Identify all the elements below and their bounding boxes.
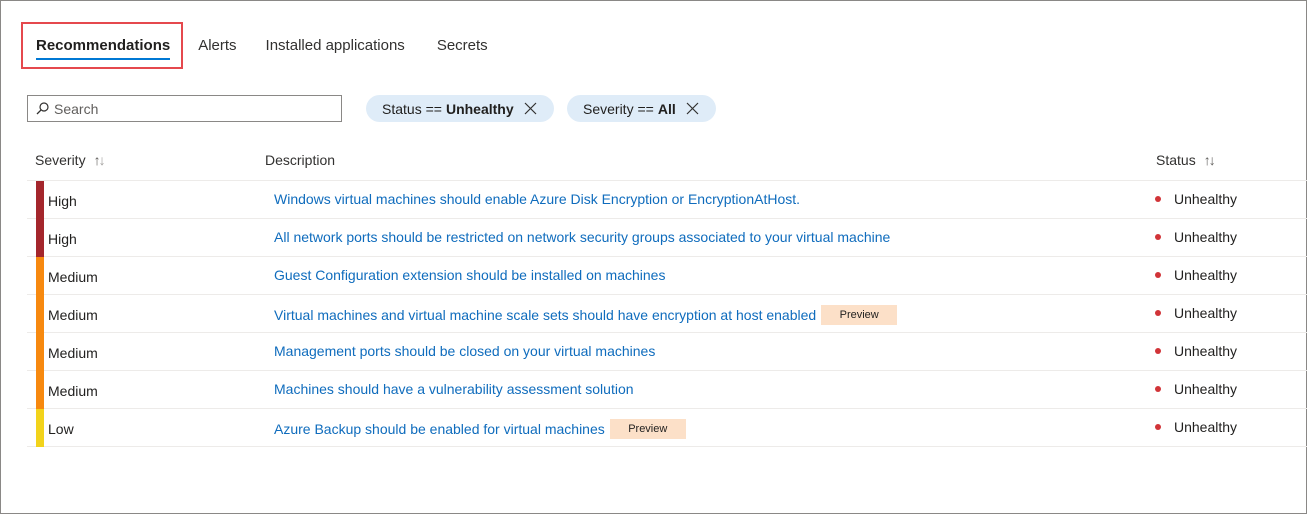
close-icon[interactable] [524, 102, 538, 116]
column-header-label: Description [265, 152, 336, 168]
status-cell: Unhealthy [1155, 343, 1237, 359]
tab-alerts[interactable]: Alerts [198, 22, 236, 69]
column-header-label: Status [1156, 152, 1196, 168]
status-dot-icon [1155, 424, 1161, 430]
table-header: Severity ↑↓ Description Status ↑↓ [27, 141, 1307, 181]
status-label: Unhealthy [1174, 343, 1238, 359]
status-label: Unhealthy [1174, 191, 1238, 207]
status-cell: Unhealthy [1155, 419, 1237, 435]
table-row[interactable]: High All network ports should be restric… [27, 219, 1307, 257]
recommendation-link[interactable]: Azure Backup should be enabled for virtu… [274, 421, 605, 437]
filter-value: All [657, 100, 676, 117]
table-body: High Windows virtual machines should ena… [27, 181, 1307, 447]
filter-key: Status [382, 100, 422, 117]
status-label: Unhealthy [1174, 229, 1238, 245]
status-dot-icon [1155, 234, 1161, 240]
table-row[interactable]: Low Azure Backup should be enabled for v… [27, 409, 1307, 447]
search-box[interactable] [27, 95, 342, 122]
tab-secrets[interactable]: Secrets [437, 22, 488, 69]
close-icon[interactable] [686, 102, 700, 116]
status-dot-icon [1155, 196, 1161, 202]
recommendation-link[interactable]: Management ports should be closed on you… [274, 343, 655, 359]
severity-indicator [36, 219, 44, 257]
sort-icon[interactable]: ↑↓ [1204, 152, 1216, 168]
table-row[interactable]: Medium Guest Configuration extension sho… [27, 257, 1307, 295]
column-header-severity[interactable]: Severity ↑↓ [35, 152, 106, 168]
tab-label: Secrets [436, 37, 488, 54]
severity-indicator [36, 333, 44, 371]
column-header-description: Description [265, 152, 335, 168]
severity-indicator [36, 295, 44, 333]
table-row[interactable]: Medium Machines should have a vulnerabil… [27, 371, 1307, 409]
status-cell: Unhealthy [1155, 381, 1237, 397]
severity-label: High [48, 231, 77, 247]
preview-badge: Preview [821, 305, 898, 325]
status-dot-icon [1155, 272, 1161, 278]
severity-label: High [48, 193, 77, 209]
tab-label: Alerts [198, 37, 237, 54]
tab-recommendations[interactable]: Recommendations [21, 22, 184, 69]
recommendation-link[interactable]: Guest Configuration extension should be … [274, 267, 665, 283]
status-cell: Unhealthy [1155, 229, 1237, 245]
recommendation-link[interactable]: All network ports should be restricted o… [274, 229, 890, 245]
tab-label: Recommendations [36, 37, 171, 54]
search-icon [35, 102, 49, 116]
column-header-label: Severity [35, 152, 86, 168]
status-label: Unhealthy [1174, 381, 1238, 397]
severity-label: Medium [48, 307, 98, 323]
tab-installed-applications[interactable]: Installed applications [266, 22, 405, 69]
severity-indicator [36, 181, 44, 219]
status-label: Unhealthy [1174, 305, 1238, 321]
recommendation-link[interactable]: Windows virtual machines should enable A… [274, 191, 800, 207]
status-cell: Unhealthy [1155, 267, 1237, 283]
status-label: Unhealthy [1174, 267, 1238, 283]
filter-pill-severity[interactable]: Severity == All [567, 95, 716, 122]
preview-badge: Preview [609, 419, 686, 439]
severity-indicator [36, 409, 44, 447]
severity-label: Medium [48, 345, 98, 361]
severity-label: Medium [48, 269, 98, 285]
status-dot-icon [1155, 348, 1161, 354]
filter-value: Unhealthy [445, 100, 514, 117]
severity-label: Low [48, 421, 74, 437]
status-dot-icon [1155, 386, 1161, 392]
recommendation-link[interactable]: Virtual machines and virtual machine sca… [274, 307, 816, 323]
table-row[interactable]: Medium Management ports should be closed… [27, 333, 1307, 371]
recommendation-link[interactable]: Machines should have a vulnerability ass… [274, 381, 634, 397]
filter-pill-status[interactable]: Status == Unhealthy [366, 95, 554, 122]
tab-bar: Recommendations Alerts Installed applica… [21, 22, 488, 69]
status-cell: Unhealthy [1155, 305, 1237, 321]
severity-label: Medium [48, 383, 98, 399]
column-header-status[interactable]: Status ↑↓ [1156, 152, 1216, 168]
sort-icon[interactable]: ↑↓ [94, 152, 106, 168]
severity-indicator [36, 257, 44, 295]
severity-indicator [36, 371, 44, 409]
active-tab-underline [36, 58, 171, 60]
recommendations-panel: Recommendations Alerts Installed applica… [0, 0, 1307, 514]
tab-label: Installed applications [265, 37, 405, 54]
search-input[interactable] [54, 100, 324, 117]
status-dot-icon [1155, 310, 1161, 316]
filter-operator: == [425, 100, 442, 117]
status-cell: Unhealthy [1155, 191, 1237, 207]
table-row[interactable]: High Windows virtual machines should ena… [27, 181, 1307, 219]
status-label: Unhealthy [1174, 419, 1238, 435]
filter-key: Severity [583, 100, 634, 117]
filter-operator: == [637, 100, 654, 117]
table-row[interactable]: Medium Virtual machines and virtual mach… [27, 295, 1307, 333]
